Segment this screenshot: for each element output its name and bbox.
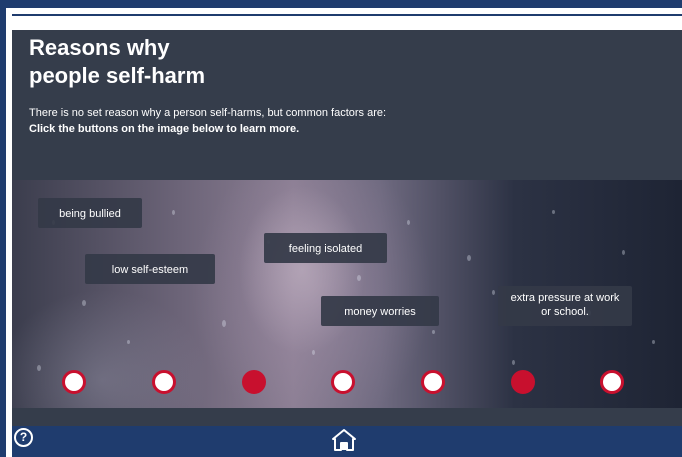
label-feeling-isolated[interactable]: feeling isolated [264, 233, 387, 263]
hotspot-7[interactable] [600, 370, 624, 394]
label-low-self-esteem[interactable]: low self-esteem [85, 254, 215, 284]
hotspot-6[interactable] [511, 370, 535, 394]
frame-divider [12, 14, 682, 16]
page-title: Reasons why people self-harm [29, 35, 206, 88]
home-icon[interactable] [331, 428, 357, 452]
image-footer [12, 408, 682, 426]
label-money-worries[interactable]: money worries [321, 296, 439, 326]
help-icon[interactable]: ? [14, 428, 33, 447]
hotspot-5[interactable] [421, 370, 445, 394]
hotspot-4[interactable] [331, 370, 355, 394]
label-being-bullied[interactable]: being bullied [38, 198, 142, 228]
hotspot-3[interactable] [242, 370, 266, 394]
hotspot-2[interactable] [152, 370, 176, 394]
instruction-text: Click the buttons on the image below to … [29, 123, 300, 135]
top-bar [0, 0, 682, 8]
intro-text: There is no set reason why a person self… [29, 107, 387, 119]
label-extra-pressure[interactable]: extra pressure at work or school. [498, 286, 632, 326]
hotspot-1[interactable] [62, 370, 86, 394]
